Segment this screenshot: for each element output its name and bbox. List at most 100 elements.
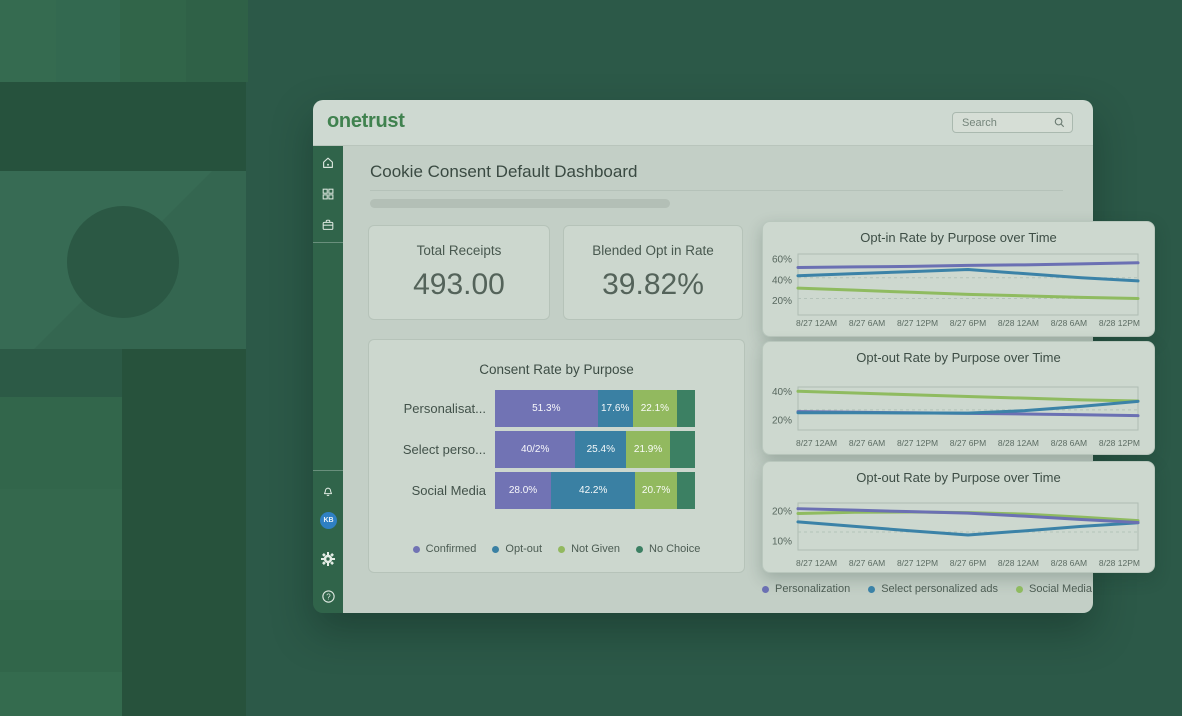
x-tick-label: 8/28 12AM bbox=[998, 318, 1039, 328]
screen: { "header": { "logo": "onetrust", "searc… bbox=[0, 0, 1182, 716]
bar-segment-value: 42.2% bbox=[579, 485, 607, 496]
svg-text:40%: 40% bbox=[772, 387, 792, 398]
sidebar-item-projects[interactable] bbox=[313, 217, 343, 233]
sidebar-item-home[interactable] bbox=[313, 155, 343, 171]
legend-label: Select personalized ads bbox=[881, 583, 998, 595]
x-tick-label: 8/28 12AM bbox=[998, 558, 1039, 568]
svg-text:40%: 40% bbox=[772, 275, 792, 286]
bar-row: Social Media28.0%42.2%20.7% bbox=[385, 472, 730, 509]
legend-label: Confirmed bbox=[426, 543, 477, 555]
bar-segment-not-given: 21.9% bbox=[626, 431, 670, 468]
bar-segment-value: 17.6% bbox=[601, 403, 629, 414]
svg-text:10%: 10% bbox=[772, 537, 792, 548]
x-tick-label: 8/28 6AM bbox=[1051, 558, 1087, 568]
x-tick-label: 8/27 6AM bbox=[849, 318, 885, 328]
kpi-label: Total Receipts bbox=[369, 243, 549, 258]
legend-item: Select personalized ads bbox=[868, 583, 998, 595]
x-tick-label: 8/27 12AM bbox=[796, 438, 837, 448]
x-tick-label: 8/27 12PM bbox=[897, 318, 938, 328]
chart-title: Opt-in Rate by Purpose over Time bbox=[763, 230, 1154, 245]
series-line-select-personalized-ads bbox=[798, 522, 1138, 535]
kpi-card-blended-opt-in-rate: Blended Opt in Rate 39.82% bbox=[563, 225, 743, 320]
bar-segment-confirmed: 51.3% bbox=[495, 390, 598, 427]
x-tick-label: 8/27 12AM bbox=[796, 318, 837, 328]
search-input[interactable] bbox=[960, 116, 1048, 130]
legend-dot bbox=[762, 586, 769, 593]
legend-item: Opt-out bbox=[492, 543, 542, 555]
sidebar-item-settings[interactable] bbox=[313, 551, 343, 567]
chart-title: Consent Rate by Purpose bbox=[369, 362, 744, 377]
consent-rate-by-purpose-card: Consent Rate by Purpose Personalisat... 5… bbox=[368, 339, 745, 573]
bar-track: 28.0% 42.2% 20.7% bbox=[495, 472, 695, 509]
svg-text:?: ? bbox=[326, 592, 331, 601]
sidebar: KB ? bbox=[313, 146, 343, 613]
x-tick-label: 8/28 12PM bbox=[1099, 318, 1140, 328]
page-title: Cookie Consent Default Dashboard bbox=[370, 162, 637, 182]
search-box[interactable] bbox=[952, 112, 1073, 133]
grid-icon bbox=[321, 187, 335, 201]
series-line-social-media bbox=[798, 288, 1138, 298]
series-line-select-personalized-ads bbox=[798, 401, 1138, 413]
x-tick-label: 8/28 12AM bbox=[998, 438, 1039, 448]
bar-segment-no-choice bbox=[677, 390, 695, 427]
legend-label: Opt-out bbox=[505, 543, 542, 555]
bar-row-label: Personalisat... bbox=[385, 401, 495, 416]
home-icon bbox=[321, 156, 335, 170]
title-divider bbox=[370, 190, 1063, 191]
bg-tile bbox=[0, 600, 122, 672]
bar-segment-opt-out: 25.4% bbox=[575, 431, 626, 468]
x-tick-label: 8/27 12PM bbox=[897, 558, 938, 568]
bar-segment-opt-out: 17.6% bbox=[598, 390, 633, 427]
bar-segment-not-given: 20.7% bbox=[635, 472, 676, 509]
sidebar-item-dashboards[interactable] bbox=[313, 186, 343, 202]
bar-segment-value: 51.3% bbox=[532, 403, 560, 414]
sidebar-item-help[interactable]: ? bbox=[313, 588, 343, 604]
x-tick-label: 8/27 6AM bbox=[849, 438, 885, 448]
sidebar-item-notifications[interactable] bbox=[313, 483, 343, 499]
x-tick-label: 8/27 6PM bbox=[950, 438, 986, 448]
bar-segment-confirmed: 40/2% bbox=[495, 431, 575, 468]
help-icon: ? bbox=[321, 589, 336, 604]
x-tick-label: 8/27 6AM bbox=[849, 558, 885, 568]
series-line-personalization bbox=[798, 509, 1138, 523]
onetrust-logo: onetrust bbox=[327, 110, 405, 133]
bg-tile bbox=[122, 349, 246, 716]
opt-out-rate-chart-card-1: Opt-out Rate by Purpose over Time 40%20%… bbox=[762, 341, 1155, 455]
legend-item: Not Given bbox=[558, 543, 620, 555]
legend-label: No Choice bbox=[649, 543, 700, 555]
bar-segment-confirmed: 28.0% bbox=[495, 472, 551, 509]
svg-text:20%: 20% bbox=[772, 296, 792, 307]
bar-segment-no-choice bbox=[670, 431, 695, 468]
legend-item: Personalization bbox=[762, 583, 850, 595]
bar-segment-value: 20.7% bbox=[642, 485, 670, 496]
series-line-personalization bbox=[798, 263, 1138, 268]
bg-tile bbox=[0, 82, 246, 171]
line-chart-plot: 20%10% bbox=[763, 501, 1156, 552]
bell-icon bbox=[321, 484, 335, 498]
x-tick-label: 8/27 6PM bbox=[950, 318, 986, 328]
bg-tile bbox=[0, 0, 56, 82]
bar-segment-value: 25.4% bbox=[587, 444, 615, 455]
line-chart-plot: 60% 40% 20% bbox=[763, 252, 1156, 317]
kpi-value: 39.82% bbox=[564, 268, 742, 302]
bar-row: Personalisat...51.3%17.6%22.1% bbox=[385, 390, 730, 427]
bar-row-label: Select perso... bbox=[385, 442, 495, 457]
svg-text:20%: 20% bbox=[772, 415, 792, 426]
stacked-bar-chart: Personalisat...51.3%17.6%22.1%Select per… bbox=[385, 390, 730, 513]
legend-dot bbox=[492, 546, 499, 553]
legend-item: No Choice bbox=[636, 543, 700, 555]
bg-circle bbox=[67, 206, 179, 318]
bg-tile bbox=[56, 0, 120, 82]
legend-dot bbox=[1016, 586, 1023, 593]
x-tick-label: 8/28 6AM bbox=[1051, 438, 1087, 448]
line-charts-legend: PersonalizationSelect personalized adsSo… bbox=[762, 583, 1092, 595]
kpi-card-total-receipts: Total Receipts 493.00 bbox=[368, 225, 550, 320]
legend-dot bbox=[558, 546, 565, 553]
bar-row: Select perso...40/2% 25.4% 21.9% bbox=[385, 431, 730, 468]
bg-tile bbox=[120, 0, 186, 82]
svg-text:60%: 60% bbox=[772, 255, 792, 266]
bg-tile bbox=[0, 397, 122, 489]
user-avatar[interactable]: KB bbox=[320, 512, 337, 529]
series-line-social-media bbox=[798, 391, 1138, 401]
kpi-label: Blended Opt in Rate bbox=[564, 243, 742, 258]
